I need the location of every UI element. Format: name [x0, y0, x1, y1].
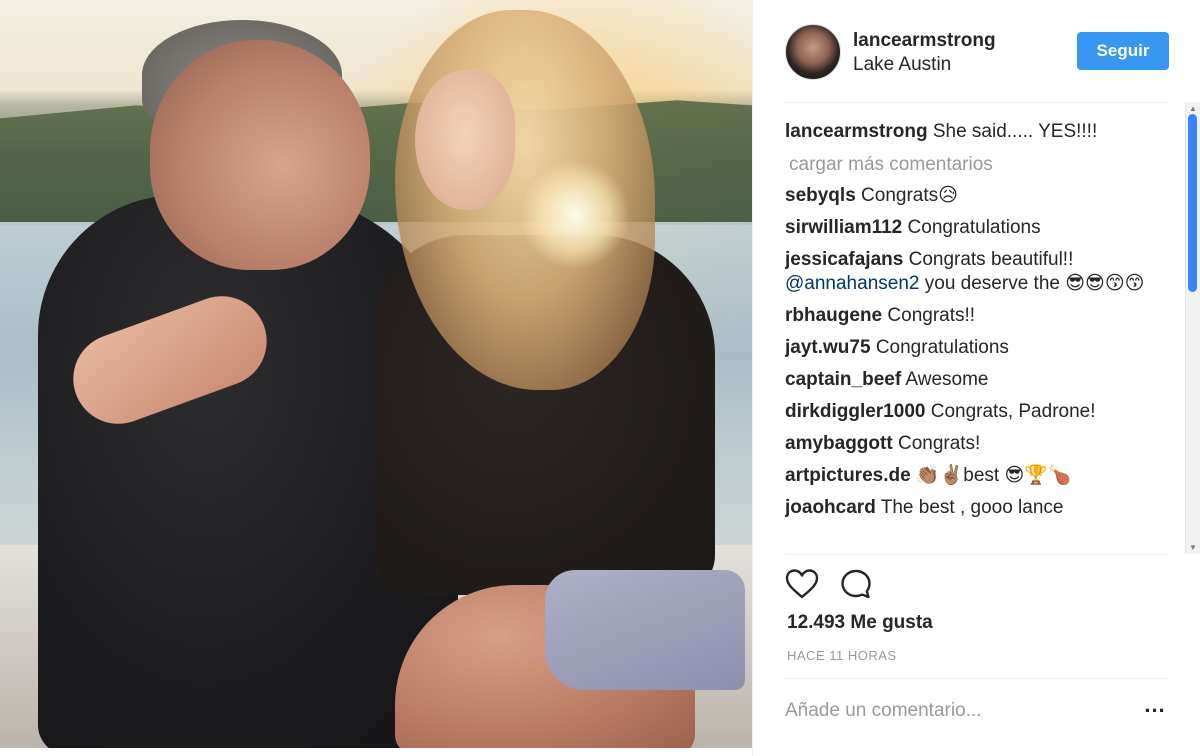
comment-text: Congratulations: [870, 337, 1009, 358]
comment-text: Congrats!!: [882, 305, 976, 326]
comment-text: Congrats😥: [855, 185, 958, 206]
add-comment-input[interactable]: [785, 694, 1125, 728]
comment-text: Awesome: [901, 369, 989, 390]
post-photo[interactable]: [0, 0, 752, 748]
comment-item: joaohcard The best , gooo lance: [785, 496, 1183, 520]
comment-username[interactable]: dirkdiggler1000: [785, 401, 925, 422]
caption: lancearmstrong She said..... YES!!!!: [785, 120, 1183, 144]
comment-username[interactable]: artpictures.de: [785, 465, 911, 486]
comment-text: The best , gooo lance: [875, 497, 1064, 518]
comment-item: dirkdiggler1000 Congrats, Padrone!: [785, 400, 1183, 424]
ellipsis-icon[interactable]: ...: [1141, 694, 1169, 724]
comment-username[interactable]: sebyqls: [785, 185, 856, 206]
comment-username[interactable]: amybaggott: [785, 433, 893, 454]
comment-username[interactable]: joaohcard: [785, 497, 876, 518]
photo-sun-flare: [520, 160, 630, 270]
post-timestamp[interactable]: HACE 11 HORAS: [787, 648, 897, 663]
comment-item: sebyqls Congrats😥: [785, 184, 1183, 208]
comment-username[interactable]: captain_beef: [785, 369, 901, 390]
comment-username[interactable]: jayt.wu75: [785, 337, 871, 358]
scroll-up-arrow-icon[interactable]: ▲: [1189, 104, 1197, 113]
comment-text: 👏🏽✌🏽best 😎🏆🍗: [910, 465, 1072, 486]
comment-username[interactable]: jessicafajans: [785, 249, 903, 270]
photo-man-face: [150, 40, 370, 270]
photo-shorts: [545, 570, 745, 690]
comments-scrollbar[interactable]: ▲ ▼: [1185, 102, 1200, 554]
comment-mention-link[interactable]: @annahansen2: [785, 273, 919, 294]
divider: [785, 102, 1169, 103]
comment-text: Congrats beautiful!!: [903, 249, 1074, 270]
scroll-down-arrow-icon[interactable]: ▼: [1189, 543, 1197, 552]
comment-text: Congrats, Padrone!: [925, 401, 1096, 422]
scroll-thumb[interactable]: [1188, 114, 1197, 292]
caption-username[interactable]: lancearmstrong: [785, 121, 928, 142]
post-sidebar: lancearmstrong Lake Austin Seguir lancea…: [752, 0, 1200, 756]
action-bar: [785, 566, 985, 606]
follow-button[interactable]: Seguir: [1077, 32, 1169, 70]
photo-woman-face: [415, 70, 515, 210]
comment-username[interactable]: sirwilliam112: [785, 217, 902, 238]
load-more-comments-link[interactable]: cargar más comentarios: [789, 154, 1183, 176]
comment-item: captain_beef Awesome: [785, 368, 1183, 392]
post-username[interactable]: lancearmstrong: [853, 30, 996, 52]
comment-item: jessicafajans Congrats beautiful!! @annah…: [785, 248, 1183, 296]
comment-item: artpictures.de 👏🏽✌🏽best 😎🏆🍗: [785, 464, 1183, 488]
instagram-post: lancearmstrong Lake Austin Seguir lancea…: [0, 0, 1200, 756]
post-location[interactable]: Lake Austin: [853, 54, 951, 76]
comment-text-tail: you deserve the 😎😎😙😙: [919, 273, 1145, 294]
comment-item: rbhaugene Congrats!!: [785, 304, 1183, 328]
avatar[interactable]: [785, 24, 841, 80]
post-header: lancearmstrong Lake Austin Seguir: [753, 0, 1200, 102]
heart-icon[interactable]: [785, 568, 821, 602]
comment-item: jayt.wu75 Congratulations: [785, 336, 1183, 360]
comment-text: Congratulations: [902, 217, 1041, 238]
comments-list: lancearmstrong She said..... YES!!!! car…: [785, 110, 1183, 554]
comment-item: amybaggott Congrats!: [785, 432, 1183, 456]
divider: [785, 554, 1169, 555]
caption-text: She said..... YES!!!!: [927, 121, 1098, 142]
comment-item: sirwilliam112 Congratulations: [785, 216, 1183, 240]
comment-text: Congrats!: [892, 433, 981, 454]
likes-count[interactable]: 12.493 Me gusta: [787, 612, 933, 634]
speech-bubble-icon[interactable]: [839, 568, 875, 602]
comment-username[interactable]: rbhaugene: [785, 305, 882, 326]
divider: [785, 678, 1169, 679]
